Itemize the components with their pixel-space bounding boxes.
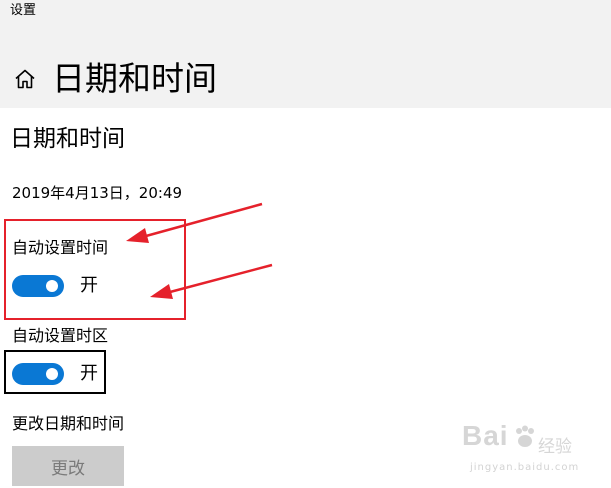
black-highlight-box xyxy=(4,350,106,394)
paw-icon xyxy=(516,425,534,447)
window-title: 设置 xyxy=(10,3,37,18)
watermark-brand: Bai xyxy=(462,420,509,451)
header-bar: 设置 日期和时间 xyxy=(0,0,611,108)
watermark-product: 经验 xyxy=(538,437,572,457)
home-button[interactable] xyxy=(10,64,40,94)
current-datetime: 2019年4月13日，20:49 xyxy=(12,184,183,202)
page-title: 日期和时间 xyxy=(52,59,217,98)
baidu-watermark: Bai 经验 jingyan.baidu.com xyxy=(462,418,607,484)
change-button[interactable]: 更改 xyxy=(12,446,124,486)
section-title: 日期和时间 xyxy=(10,126,125,152)
auto-timezone-label: 自动设置时区 xyxy=(12,326,109,345)
watermark-url: jingyan.baidu.com xyxy=(470,462,580,473)
change-datetime-label: 更改日期和时间 xyxy=(12,414,125,433)
home-icon xyxy=(15,69,35,89)
red-highlight-box xyxy=(4,219,186,320)
